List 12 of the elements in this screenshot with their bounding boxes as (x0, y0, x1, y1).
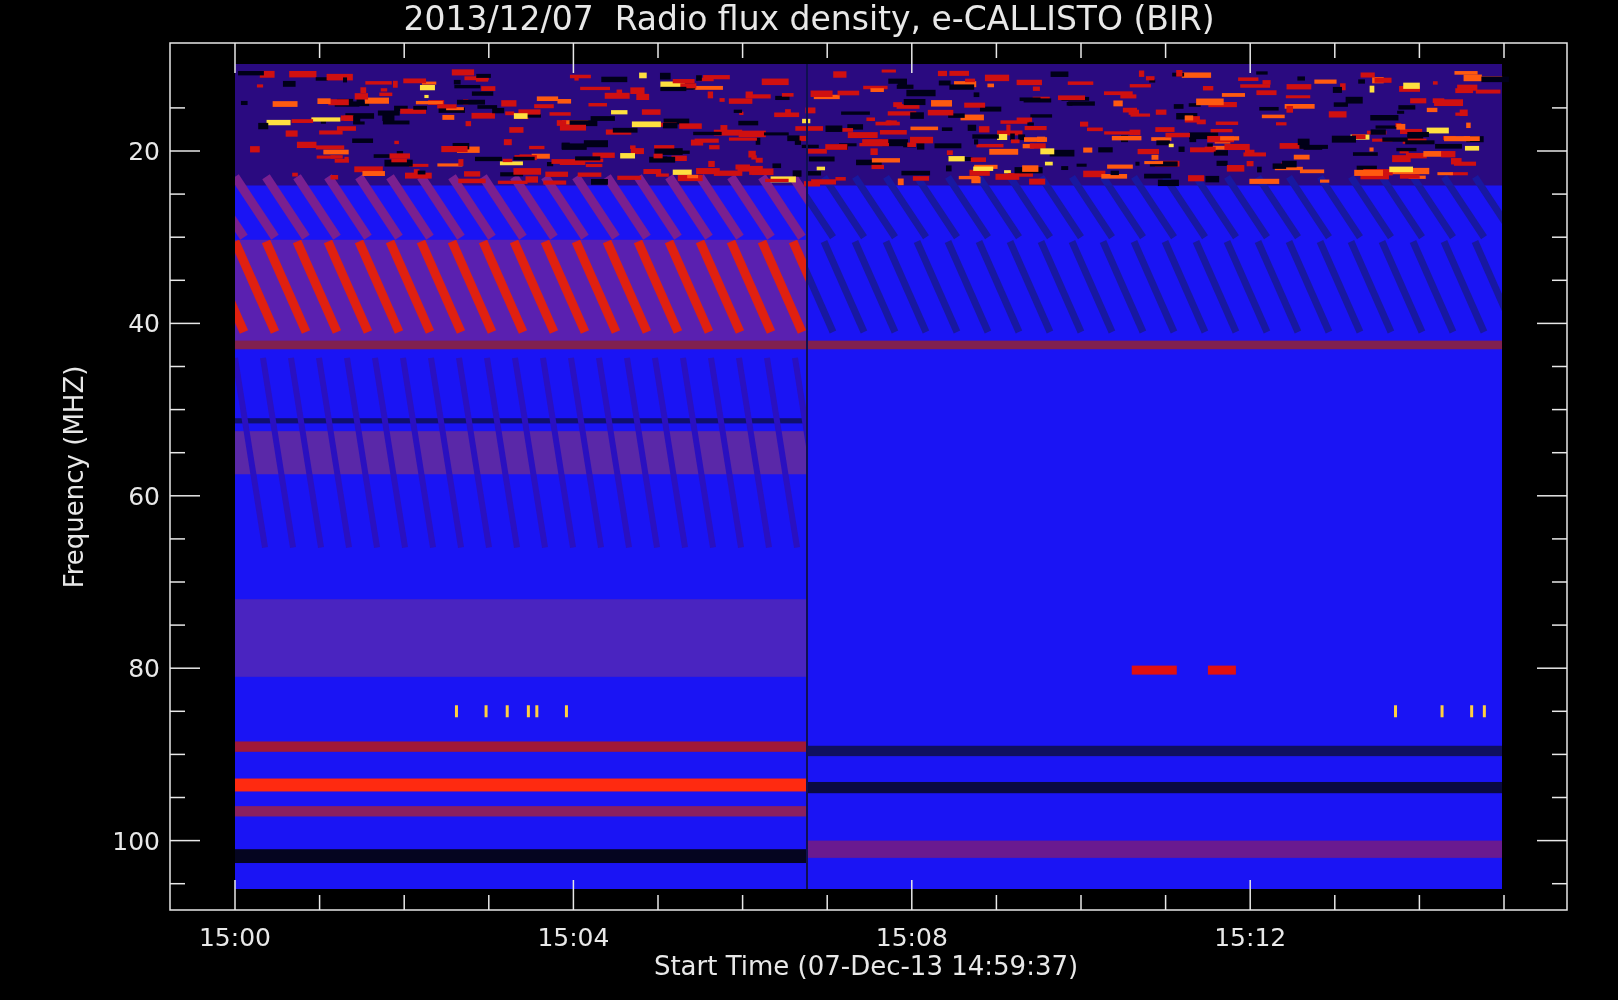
x-tick-label: 15:04 (537, 923, 610, 952)
y-tick-label: 60 (128, 481, 160, 511)
x-tick-label: 15:12 (1214, 923, 1287, 952)
y-tick-label: 80 (128, 654, 160, 684)
chart-title: 2013/12/07 Radio flux density, e-CALLISTO (BIR) (403, 0, 1215, 38)
x-tick-label: 15:08 (875, 923, 948, 952)
y-axis-label: Frequency (MHZ) (59, 365, 89, 589)
y-tick-label: 20 (128, 137, 160, 166)
x-axis-label: Start Time (07-Dec-13 14:59:37) (653, 951, 1079, 981)
x-tick-label: 15:00 (199, 923, 271, 952)
y-tick-label: 40 (128, 309, 160, 339)
y-tick-label: 100 (112, 826, 160, 856)
